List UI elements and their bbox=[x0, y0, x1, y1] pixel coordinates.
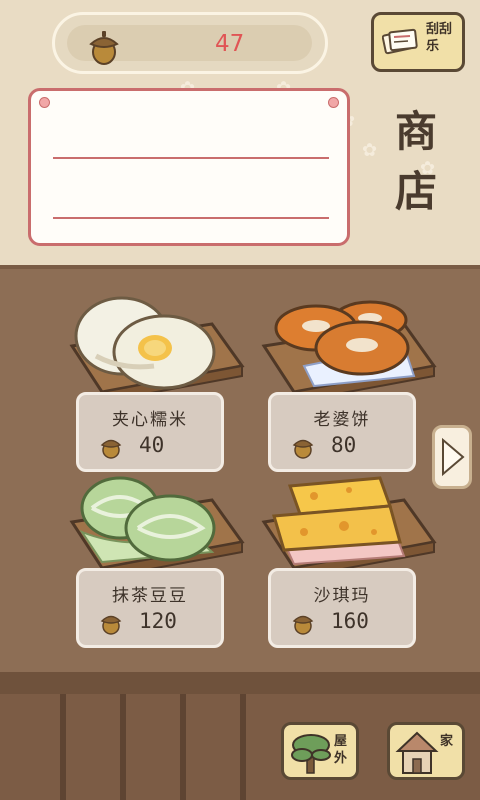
acorn-icon bbox=[89, 31, 119, 65]
floor-plank bbox=[180, 694, 186, 800]
shop-item[interactable]: 沙琪玛 160 bbox=[254, 472, 454, 662]
shelf-edge bbox=[0, 265, 480, 269]
floor-rail bbox=[0, 672, 480, 694]
page-title: 商店 bbox=[394, 107, 437, 216]
item-price-value: 160 bbox=[331, 609, 369, 633]
paw-print-decoration: ✿ bbox=[362, 140, 378, 161]
item-price-value: 80 bbox=[331, 433, 357, 457]
acorn-icon bbox=[292, 615, 314, 635]
wife-cake-icon bbox=[261, 300, 437, 404]
acorn-icon bbox=[292, 439, 314, 459]
item-price-value: 120 bbox=[139, 609, 177, 633]
item-name: 沙琪玛 bbox=[313, 586, 371, 606]
item-price-value: 40 bbox=[139, 433, 165, 457]
shop-item[interactable]: 老婆饼 80 bbox=[254, 296, 454, 486]
home-button[interactable]: 家 bbox=[387, 722, 465, 780]
shop-item[interactable]: 抹茶豆豆 120 bbox=[62, 472, 262, 662]
shop-item[interactable]: 夹心糯米 40 bbox=[62, 296, 262, 486]
note-line bbox=[53, 157, 329, 159]
ticket-icon bbox=[382, 28, 418, 55]
sachima-icon bbox=[261, 476, 437, 580]
item-name: 老婆饼 bbox=[313, 410, 371, 430]
item-name: 抹茶豆豆 bbox=[112, 586, 188, 606]
acorn-count: 47 bbox=[215, 31, 245, 57]
chevron-right-icon bbox=[442, 437, 465, 477]
pin-icon bbox=[328, 97, 339, 108]
acorn-icon bbox=[100, 439, 122, 459]
pin-icon bbox=[39, 97, 50, 108]
acorn-counter-inner: 47 bbox=[67, 25, 312, 65]
item-label-card: 沙琪玛 160 bbox=[268, 568, 416, 648]
stuffed-mochi-icon bbox=[69, 296, 245, 404]
home-label: 家 bbox=[440, 734, 454, 749]
acorn-counter: 47 bbox=[52, 12, 328, 74]
tree-icon bbox=[291, 734, 331, 774]
scratch-card-button[interactable]: 刮刮乐 bbox=[371, 12, 465, 72]
item-label-card: 抹茶豆豆 120 bbox=[76, 568, 224, 648]
next-page-button[interactable] bbox=[432, 425, 472, 489]
floor-plank bbox=[120, 694, 126, 800]
floor-plank bbox=[240, 694, 246, 800]
item-label-card: 老婆饼 80 bbox=[268, 392, 416, 472]
acorn-icon bbox=[100, 615, 122, 635]
item-name: 夹心糯米 bbox=[112, 410, 188, 430]
item-label-card: 夹心糯米 40 bbox=[76, 392, 224, 472]
matcha-bean-icon bbox=[69, 476, 245, 580]
scratch-card-label: 刮刮乐 bbox=[426, 22, 453, 54]
house-icon bbox=[395, 731, 439, 774]
outside-label: 屋外 bbox=[334, 734, 348, 766]
note-line bbox=[53, 217, 329, 219]
outside-button[interactable]: 屋外 bbox=[281, 722, 359, 780]
message-board bbox=[28, 88, 350, 246]
floor-plank bbox=[60, 694, 66, 800]
